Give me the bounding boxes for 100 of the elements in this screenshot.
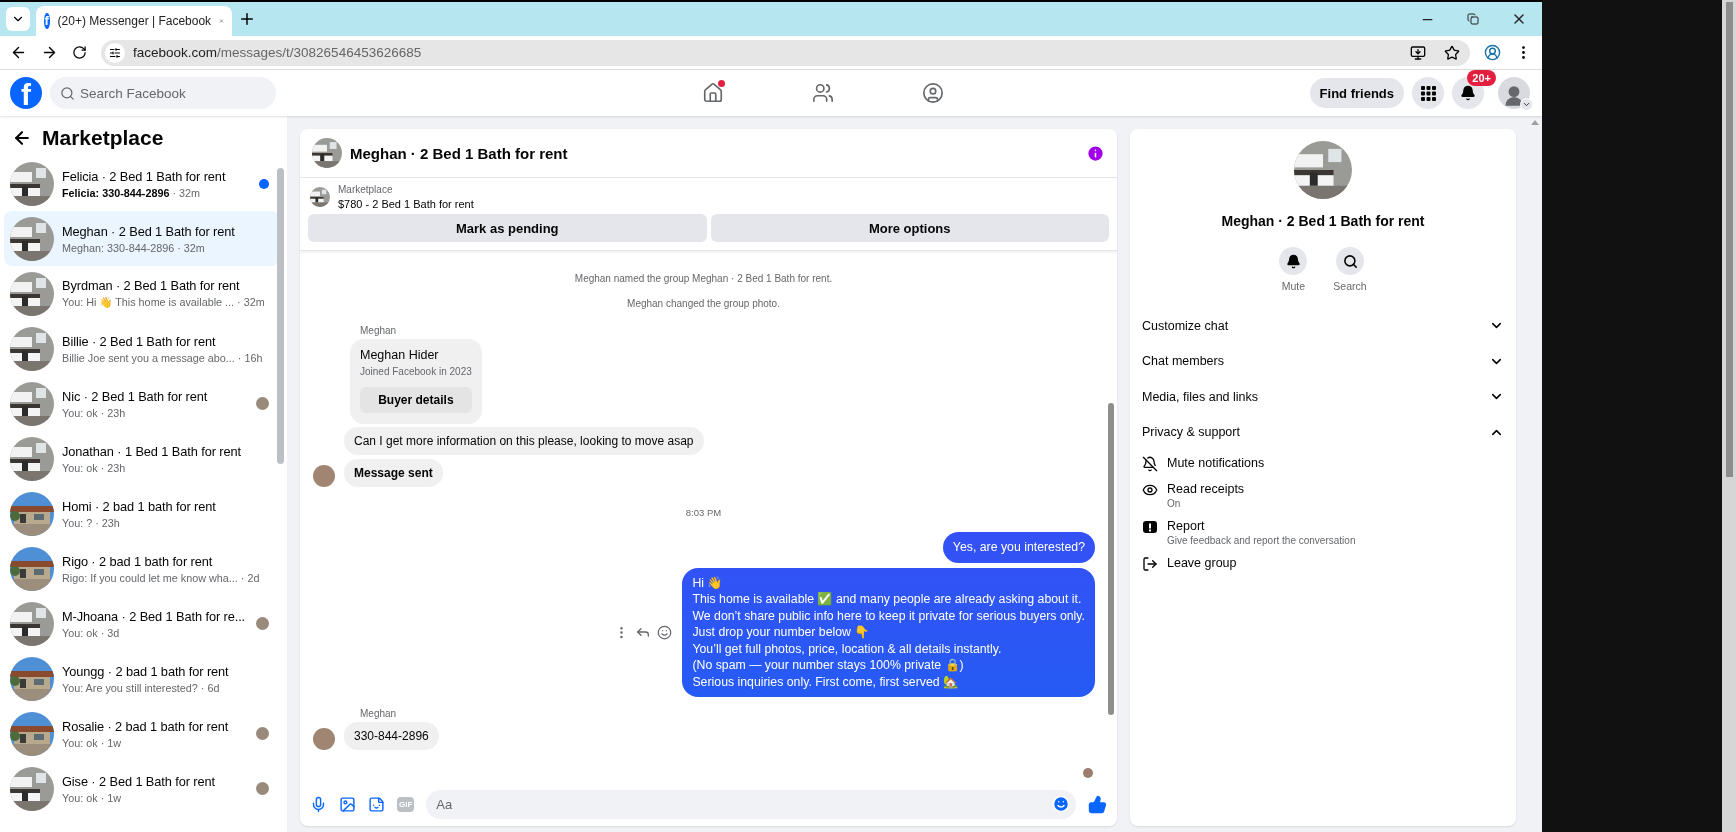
conversation-name: Rigo · 2 bad 1 bath for rent xyxy=(62,553,214,569)
new-tab-icon[interactable] xyxy=(238,10,256,28)
message-preview: You: ok xyxy=(62,736,98,749)
message-preview: You: Are you still interested? xyxy=(62,681,198,694)
privacy-label: Leave group xyxy=(1167,556,1237,570)
back-icon[interactable] xyxy=(10,44,27,61)
message-time: · 2d xyxy=(240,571,260,584)
scrollbar[interactable] xyxy=(277,168,284,464)
sliders-icon xyxy=(109,46,121,59)
home-icon xyxy=(701,82,724,104)
message-preview: Billie Joe sent you a message abo... xyxy=(62,351,235,364)
conversation-name: Youngg · 2 bad 1 bath for rent xyxy=(62,663,230,679)
url-text: facebook.com/messages/t/30826546453626685 xyxy=(133,45,423,60)
privacy-label: Read receipts xyxy=(1167,482,1245,496)
conversation-item[interactable]: Billie · 2 Bed 1 Bath for rent Billie Joe sent you a message abo... · 16h xyxy=(4,321,279,376)
conversation-name: Rosalie · 2 bad 1 bath for rent xyxy=(62,718,230,734)
listing-action-button[interactable]: More options xyxy=(710,214,1109,242)
chat-title: Meghan · 2 Bed 1 Bath for rent xyxy=(350,144,569,162)
outgoing-message: Hi 👋 This home is available ✅ and many people are already asking about it. We don’t share public info here to keep it private for serious buyers only. Just drop your number below 👇 You’ll get full photos, price, location & all details instantly. (No spam — your number stays 100% private 🔒) Serious inquiries only. First come, first served 🏡 xyxy=(682,567,1095,697)
tab-list-button[interactable] xyxy=(6,7,30,31)
section-header[interactable]: Customize chat xyxy=(1142,308,1504,344)
react-icon[interactable] xyxy=(657,624,673,640)
privacy-item[interactable]: Read receipts On xyxy=(1142,482,1504,509)
find-friends-button[interactable]: Find friends xyxy=(1309,78,1404,108)
conversation-name: Homi · 2 bad 1 bath for rent xyxy=(62,498,217,514)
listing-title: $780 - 2 Bed 1 Bath for rent xyxy=(338,198,474,210)
chat-event-text: Meghan named the group Meghan · 2 Bed 1 Bath for rent. xyxy=(574,273,833,284)
sender-name: Meghan xyxy=(360,708,398,719)
message-preview: You: Hi 👋 This home is available ... xyxy=(62,296,235,309)
profile-icon[interactable] xyxy=(1484,44,1501,61)
address-bar[interactable]: facebook.com/messages/t/30826546453626685 xyxy=(101,39,1470,66)
reload-icon[interactable] xyxy=(72,45,87,60)
account-button[interactable] xyxy=(1498,77,1530,109)
conversation-name: Byrdman · 2 Bed 1 Bath for rent xyxy=(62,278,241,293)
conversation-item[interactable]: Meghan · 2 Bed 1 Bath for rent Meghan: 330-844-2896 · 32m xyxy=(4,211,279,266)
conversation-item[interactable]: Felicia · 2 Bed 1 Bath for rent Felicia: 330-844-2896 · 32m xyxy=(4,156,279,211)
message-preview: You: ok xyxy=(62,406,98,419)
forward-icon[interactable] xyxy=(41,44,58,61)
privacy-item[interactable]: Leave group xyxy=(1142,556,1504,572)
privacy-detail: Give feedback and report the conversation xyxy=(1167,535,1356,546)
install-icon[interactable] xyxy=(1410,44,1426,61)
favicon: f xyxy=(44,13,50,29)
conversation-item[interactable]: Homi · 2 bad 1 bath for rent You: ? · 23h xyxy=(4,486,279,541)
message-time: · 1w xyxy=(100,791,122,804)
section-header[interactable]: Chat members xyxy=(1142,343,1504,379)
photo-icon[interactable] xyxy=(339,795,356,813)
conversation-item[interactable]: Byrdman · 2 Bed 1 Bath for rent You: Hi 👋 This home is available ... · 32m xyxy=(4,266,279,321)
conversation-item[interactable]: M-Jhoana · 2 Bed 1 Bath for re... You: ok · 3d xyxy=(4,596,279,651)
message-preview: You: ok xyxy=(62,791,98,804)
leave-icon xyxy=(1142,556,1158,572)
listing-source: Marketplace xyxy=(338,184,394,195)
seen-avatar xyxy=(256,727,269,740)
caret-icon xyxy=(1522,100,1531,109)
conversation-item[interactable]: Jonathan · 1 Bed 1 Bath for rent You: ok · 23h xyxy=(4,431,279,486)
info-icon[interactable] xyxy=(1086,143,1105,163)
message-time: · 32m xyxy=(172,186,201,199)
conversation-name: Nic · 2 Bed 1 Bath for rent xyxy=(62,388,209,404)
message-field[interactable]: Aa xyxy=(426,789,1076,819)
tab-title: (20+) Messenger | Facebook xyxy=(57,14,212,28)
back-icon[interactable] xyxy=(12,128,32,148)
scrollbar[interactable] xyxy=(1725,2,1733,477)
privacy-label: Report xyxy=(1167,519,1206,533)
conversation-item[interactable]: Gise · 2 Bed 1 Bath for rent You: ok · 1w xyxy=(4,761,279,816)
restore-icon[interactable] xyxy=(1467,13,1479,25)
friends-icon xyxy=(811,82,834,104)
details-title: Meghan · 2 Bed 1 Bath for rent xyxy=(1221,213,1425,229)
bookmark-icon[interactable] xyxy=(1444,44,1460,61)
incoming-message: Can I get more information on this please, looking to move asap xyxy=(344,427,704,455)
browser-tab[interactable]: f (20+) Messenger | Facebook xyxy=(36,6,232,36)
seen-avatar xyxy=(256,617,269,630)
privacy-item[interactable]: Mute notifications xyxy=(1142,456,1504,472)
like-icon[interactable] xyxy=(1088,794,1107,814)
privacy-item[interactable]: Report Give feedback and report the conversation xyxy=(1142,519,1504,546)
conversation-name: Billie · 2 Bed 1 Bath for rent xyxy=(62,333,217,349)
site-info-button[interactable] xyxy=(105,42,125,63)
message-time: · 23h xyxy=(100,461,126,474)
facebook-logo[interactable]: f xyxy=(10,77,42,109)
scrollbar[interactable] xyxy=(1108,403,1114,715)
menu-button[interactable] xyxy=(1412,77,1444,109)
buyer-details-button[interactable]: Buyer details xyxy=(360,387,472,413)
profile-name: Meghan Hider xyxy=(360,348,440,362)
conversation-item[interactable]: Rosalie · 2 bad 1 bath for rent You: ok · 1w xyxy=(4,706,279,761)
outgoing-message: Yes, are you interested? xyxy=(942,532,1095,563)
chat-event-text: Meghan changed the group photo. xyxy=(627,298,780,309)
profile-joined: Joined Facebook in 2023 xyxy=(360,366,472,377)
microphone-icon[interactable] xyxy=(310,795,327,813)
menu-grid-icon xyxy=(1419,84,1437,102)
sticker-icon[interactable] xyxy=(368,795,385,813)
conversation-item[interactable]: Rigo · 2 bad 1 bath for rent Rigo: If you could let me know wha... · 2d xyxy=(4,541,279,596)
conversation-item[interactable]: Youngg · 2 bad 1 bath for rent You: Are you still interested? · 6d xyxy=(4,651,279,706)
search-field[interactable]: Search Facebook xyxy=(50,77,276,109)
conversation-item[interactable]: Nic · 2 Bed 1 Bath for rent You: ok · 23h xyxy=(4,376,279,431)
section-header[interactable]: Media, files and links xyxy=(1142,379,1504,415)
section-header[interactable]: Privacy & support xyxy=(1142,414,1504,450)
seen-avatar xyxy=(1083,768,1093,778)
message-time: · 23h xyxy=(95,516,120,529)
message-preview: You: ? xyxy=(62,516,93,529)
sender-name: Meghan xyxy=(360,325,398,336)
message-time: · 6d xyxy=(200,681,220,694)
listing-action-button[interactable]: Mark as pending xyxy=(308,214,707,242)
